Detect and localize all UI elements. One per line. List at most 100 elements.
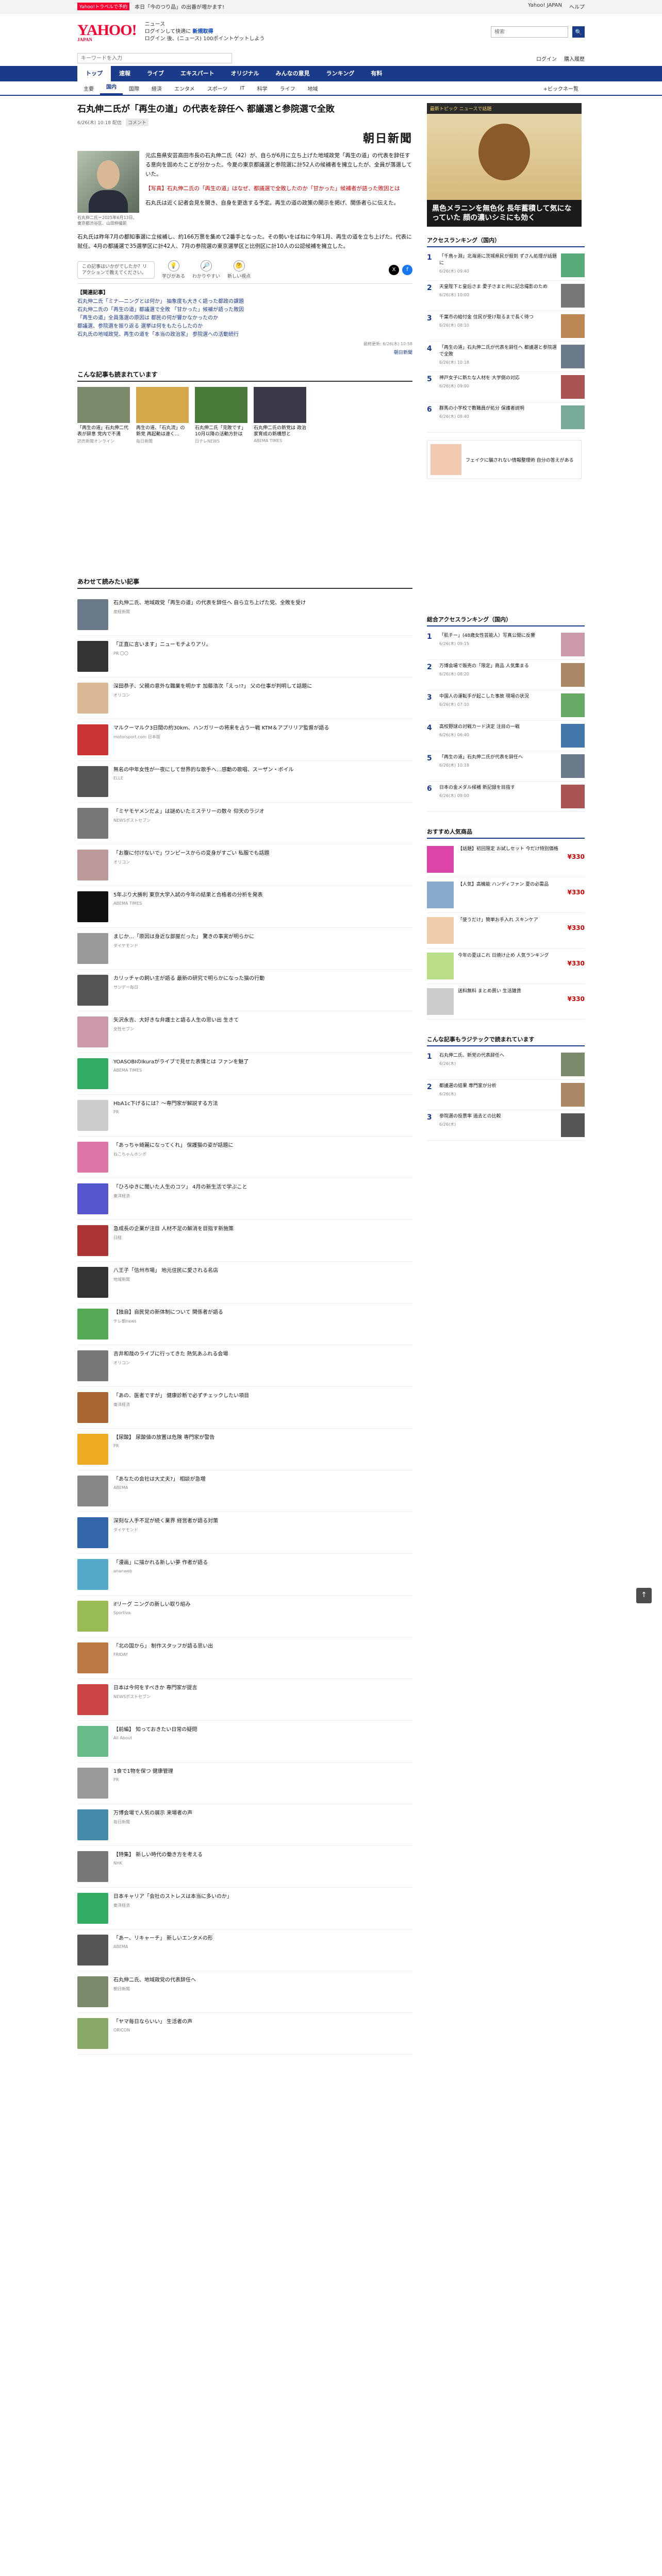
ranking-item[interactable]: 4 「再生の道」石丸伸二氏が代表を辞任へ 都議選と参院選で全敗 6/26(木) 10… [427,342,585,372]
yahoo-logo[interactable]: YAHOO! JAPAN [77,22,137,42]
feed-item[interactable]: 万博会場で人気の展示 来場者の声 毎日新聞 [77,1804,412,1846]
product-item[interactable]: 送料無料 まとめ買い 生活雑貨 ¥330 [427,984,585,1020]
ranking-item[interactable]: 2 万博会場で販売の「限定」商品 人気集まる 6/26(木) 08:20 [427,660,585,690]
read-card[interactable]: 再生の道、「石丸流」の新党 再起動は遠く… 毎日新聞 [136,387,189,444]
feed-title[interactable]: 5年ぶり大勝利 東京大学入試の今年の結果と合格者の分析を発表 [113,891,263,899]
promo-badge[interactable]: Yahoo!トラベルで予約 [77,3,130,10]
feed-item[interactable]: マルクーマルク3日間の約30km、ハンガリーの将来を占う一戦 KTM＆アプリリア… [77,719,412,761]
related-link[interactable]: 石丸氏の地域政党、再生の道を「本当の政治家」 参院選への活動続行 [77,331,412,339]
help-link[interactable]: ヘルプ [569,3,585,10]
feed-title[interactable]: 【尿酸】 尿酸値の放置は危険 専門家が警告 [113,1434,214,1442]
article-photo[interactable] [77,151,139,213]
login-link[interactable]: ログイン [536,55,557,62]
feed-item[interactable]: 「あの、医者ですが」 健康診断で必ずチェックしたい項目 東洋経済 [77,1387,412,1429]
product-title[interactable]: 「使うだけ」簡単お手入れ スキンケア [458,917,585,924]
photo-link[interactable]: 【写真】石丸伸二氏の「再生の道」はなぜ、都議選で全敗したのか「甘かった」候補者が… [145,184,412,193]
feed-title[interactable]: カリッチャの飼い主が語る 最新の研究で明らかになった猫の行動 [113,975,264,982]
feed-title[interactable]: 「あっちゃ綺麗になってくれ」 保護猫の姿が話題に [113,1142,233,1149]
feed-item[interactable]: 「あー、リキャーチ」 新しいエンタメの形 ABEMA [77,1929,412,1971]
ranking-title-text[interactable]: 千葉市の給付金 住民が受け取るまで長く待つ [439,314,557,321]
feed-item[interactable]: 【前編】 知っておきたい日常の疑問 All About [77,1721,412,1762]
history-link[interactable]: 購入履歴 [564,55,585,62]
feed-item[interactable]: 【特集】 新しい時代の働き方を考える NHK [77,1846,412,1888]
ranking-title-text[interactable]: 「肌チー」(48歳女性芸能人）写真公開に反響 [439,633,557,639]
feed-title[interactable]: 無名の中年女性が一夜にして世界的な歌手へ…感動の歌唱、スーザン・ボイル [113,766,294,774]
feed-item[interactable]: 急成長の企業が注目 人材不足の解消を目指す新施策 日経 [77,1220,412,1262]
cat-main[interactable]: 主要 [77,84,100,92]
feed-title[interactable]: 「お腹に付けないで」ワンピースからの変身がすごい 私服でも話題 [113,850,269,857]
ranking-item[interactable]: 5 神戸女子に新たな人材を 大学側の対応 6/26(木) 09:00 [427,372,585,402]
feed-item[interactable]: 矢沢永吉、大好きな弁護士と語る人生の思い出 生きて 女性セブン [77,1011,412,1053]
ranking-item[interactable]: 1 「肌チー」(48歳女性芸能人）写真公開に反響 6/26(木) 09:15 [427,630,585,660]
feed-item[interactable]: 【尿酸】 尿酸値の放置は危険 専門家が警告 PR [77,1429,412,1470]
feed-title[interactable]: 「正直に言います」ニューモチよりアリ。 [113,641,211,649]
ranking-title-text[interactable]: 参院選の投票率 過去との比較 [439,1113,557,1120]
feed-item[interactable]: 「正直に言います」ニューモチよりアリ。 PR 〇〇 [77,636,412,677]
feed-item[interactable]: ifリーグ ニングの新しい取り組み Sportiva [77,1596,412,1637]
nav-expert[interactable]: エキスパート [172,66,223,81]
feed-item[interactable]: 「漫画」に描かれる新しい夢 作者が語る ananweb [77,1554,412,1596]
feed-item[interactable]: 「あなたの会社は大丈夫?」 相談が急増 ABEMA [77,1470,412,1512]
related-link[interactable]: 都議選、参院選を振り返る 選挙は何をもたらしたのか [77,323,412,331]
feed-title[interactable]: ifリーグ ニングの新しい取り組み [113,1601,190,1608]
keyword-input[interactable] [77,53,232,63]
ranking-item[interactable]: 2 天皇陛下と皇后さま 愛子さまと共に記念撮影のため 6/26(木) 10:00 [427,281,585,311]
search-icon[interactable]: 🔍 [572,26,585,38]
feed-title[interactable]: 万博会場で人気の展示 来場者の声 [113,1809,192,1817]
feed-item[interactable]: 「ヤマ毎日ならいい」 生活者の声 ORICON [77,2013,412,2055]
feed-title[interactable]: 急成長の企業が注目 人材不足の解消を目指す新施策 [113,1225,234,1233]
ranking-title-text[interactable]: 都議選の結果 専門家が分析 [439,1083,557,1090]
feed-title[interactable]: 矢沢永吉、大好きな弁護士と語る人生の思い出 生きて [113,1016,239,1024]
ranking-title-text[interactable]: 日本の金メダル候補 新記録を目指す [439,785,557,791]
cat-it[interactable]: IT [234,86,251,91]
feed-item[interactable]: YOASOBIのIkuraがライブで見せた表情とは ファンを魅了 ABEMA TI… [77,1053,412,1095]
cat-sports[interactable]: スポーツ [201,84,234,92]
nav-ranking[interactable]: ランキング [318,66,363,81]
ranking-item[interactable]: 6 日本の金メダル候補 新記録を目指す 6/26(木) 09:00 [427,782,585,812]
feed-item[interactable]: 5年ぶり大勝利 東京大学入試の今年の結果と合格者の分析を発表 ABEMA TIME… [77,886,412,928]
ranking-item[interactable]: 1 「千鳥ヶ淵」北海道に茨城県民が殺到 ずさん処理が話題に 6/26(木) 09:4… [427,250,585,281]
cat-more[interactable]: +ビックネー覧 [537,84,585,92]
feed-title[interactable]: YOASOBIのIkuraがライブで見せた表情とは ファンを魅了 [113,1058,249,1066]
ranking-title-text[interactable]: 神戸女子に新たな人材を 大学側の対応 [439,375,557,382]
feed-item[interactable]: 深田恭子、父親の意外な職業を明かす 加藤浩次「えっ!?」 父の仕事が判明して話題… [77,677,412,719]
feed-item[interactable]: 【独自】自民党の新体制について 関係者が語る テレ朝news [77,1303,412,1345]
ranking-title-text[interactable]: 「再生の道」石丸伸二氏が代表を辞任へ 都議選と参院選で全敗 [439,345,557,358]
feed-title[interactable]: まじか…「原因は身近な部屋だった」 驚きの事実が明らかに [113,933,254,941]
ranking-item[interactable]: 1 石丸伸二氏、新党の代表辞任へ 6/26(木) [427,1049,585,1080]
product-item[interactable]: 「使うだけ」簡単お手入れ スキンケア ¥330 [427,913,585,948]
nav-original[interactable]: オリジナル [223,66,268,81]
feed-item[interactable]: 日本は今何をすべきか 専門家が提言 NEWSポストセブン [77,1679,412,1721]
ranking-item[interactable]: 6 群馬の小学校で教職員が処分 保護者説明 6/26(木) 08:40 [427,402,585,433]
cat-life[interactable]: ライフ [274,84,302,92]
product-title[interactable]: 【話題】初回限定 お試しセット 今だけ特別価格 [458,846,585,853]
feed-title[interactable]: 石丸伸二氏、地域政党の代表辞任へ [113,1976,196,1984]
feed-item[interactable]: 「ひろゆきに聞いた人生のコツ」 4月の新生活で学ぶこと 東洋経済 [77,1178,412,1220]
feed-item[interactable]: 「北の国から」 制作スタッフが語る思い出 FRIDAY [77,1637,412,1679]
feed-item[interactable]: HbA1c下げるには？～専門家が解説する方法 PR [77,1095,412,1137]
yahoo-japan-link[interactable]: Yahoo! JAPAN [528,3,562,10]
side-ad[interactable]: フェイクに騙されない情報整理術 自分の答えがある [427,440,582,479]
read-card[interactable]: 石丸伸二氏「完敗です」 10月以降の活動方針は 日テレNEWS [195,387,247,444]
feed-title[interactable]: HbA1c下げるには？～専門家が解説する方法 [113,1100,218,1108]
feed-title[interactable]: 八王子「信州市場」 地元住民に愛される名店 [113,1267,218,1275]
feed-item[interactable]: 石丸伸二氏、地域政党の代表辞任へ 朝日新聞 [77,1971,412,2013]
feed-title[interactable]: 「北の国から」 制作スタッフが語る思い出 [113,1642,213,1650]
feed-title[interactable]: 石丸伸二氏、地域政党「再生の道」の代表を辞任へ 自ら立ち上げた党、全敗を受け [113,599,306,607]
feed-title[interactable]: 【特集】 新しい時代の働き方を考える [113,1851,203,1859]
feed-item[interactable]: 1食で1物を保つ 健康管理 PR [77,1762,412,1804]
feed-title[interactable]: 深刻な人手不足が続く業界 経営者が語る対策 [113,1517,218,1525]
ranking-title-text[interactable]: 「千鳥ヶ淵」北海道に茨城県民が殺到 ずさん処理が話題に [439,253,557,267]
product-item[interactable]: 今年の夏はこれ 日焼け止め 人気ランキング ¥330 [427,948,585,984]
feed-item[interactable]: 「ミヤモヤメンだよ」は謎めいたミステリーの数々 仰天のラジオ NEWSポストセブン [77,803,412,844]
ranking-item[interactable]: 3 中国人の運転手が起こした事故 現場の状況 6/26(木) 07:10 [427,690,585,721]
feed-item[interactable]: 「あっちゃ綺麗になってくれ」 保護猫の姿が話題に ねこちゃんホンポ [77,1137,412,1178]
feed-item[interactable]: まじか…「原因は身近な部屋だった」 驚きの事実が明らかに ダイヤモンド [77,928,412,970]
feed-title[interactable]: 「漫画」に描かれる新しい夢 作者が語る [113,1559,208,1567]
feed-item[interactable]: 八王子「信州市場」 地元住民に愛される名店 地域新聞 [77,1262,412,1303]
cat-domestic[interactable]: 国内 [100,81,123,95]
cat-international[interactable]: 国際 [123,84,145,92]
scroll-top-button[interactable]: ↑ [636,1588,652,1603]
signup-link[interactable]: 新規取得 [192,29,213,35]
cat-economy[interactable]: 経済 [145,84,168,92]
